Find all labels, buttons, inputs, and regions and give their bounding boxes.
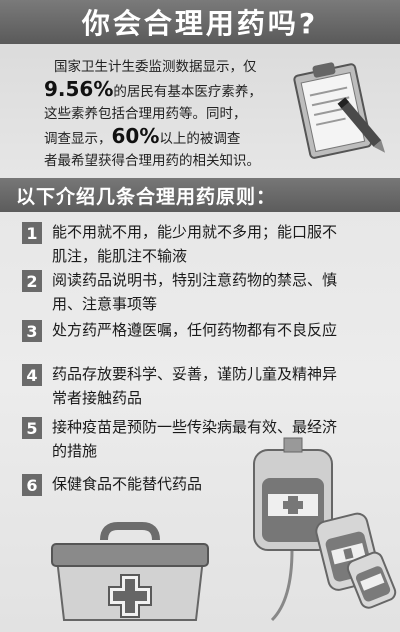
intro-line-5: 者最希望获得合理用药的相关知识。	[44, 153, 260, 169]
principle-number: 3	[22, 320, 42, 342]
title-bar: 你会合理用药吗?	[0, 0, 400, 44]
principle-number: 4	[22, 364, 42, 386]
intro-line-2: 的居民有基本医疗素养，	[113, 84, 262, 100]
principle-text-line: 肌注，能肌注不输液	[52, 247, 188, 265]
principle-number: 2	[22, 270, 42, 292]
principle-text-line: 保健食品不能替代药品	[52, 475, 203, 493]
infographic-page: 你会合理用药吗? 国家卫生计生委监测数据显示，仅 9.56%的居民有基本医疗素养…	[0, 0, 400, 632]
principle-item-1: 1 能不用就不用，能少用就不多用；能口服不 肌注，能肌注不输液	[22, 220, 337, 268]
section-header: 以下介绍几条合理用药原则：	[0, 178, 400, 212]
principle-number: 5	[22, 417, 42, 439]
principle-item-2: 2 阅读药品说明书，特别注意药物的禁忌、慎 用、注意事项等	[22, 268, 337, 316]
intro-line-1: 国家卫生计生委监测数据显示，仅	[54, 59, 257, 75]
intro-line-4b: 以上的被调查	[159, 131, 241, 147]
principle-number: 6	[22, 474, 42, 496]
principle-item-6: 6 保健食品不能替代药品	[22, 472, 202, 496]
section-title: 以下介绍几条合理用药原则：	[16, 185, 277, 208]
intro-text: 国家卫生计生委监测数据显示，仅 9.56%的居民有基本医疗素养， 这些素养包括合…	[44, 56, 306, 172]
principle-text-line: 常者接触药品	[52, 389, 143, 407]
principle-text-line: 处方药严格遵医嘱，任何药物都有不良反应	[52, 321, 338, 339]
principle-item-3: 3 处方药严格遵医嘱，任何药物都有不良反应	[22, 318, 337, 342]
stat-percent-2: 60%	[111, 124, 160, 148]
principle-text-line: 药品存放要科学、妥善，谨防儿童及精神异	[52, 365, 338, 383]
iv-bag-icon	[253, 437, 397, 622]
principle-text-line: 能不用就不用，能少用就不多用；能口服不	[52, 223, 338, 241]
medical-kit-icon	[51, 522, 209, 621]
page-title: 你会合理用药吗?	[81, 7, 319, 40]
principle-number: 1	[22, 222, 42, 244]
intro-line-4a: 调查显示，	[44, 131, 112, 147]
principle-item-4: 4 药品存放要科学、妥善，谨防儿童及精神异 常者接触药品	[22, 362, 337, 410]
clipboard-pen-icon	[293, 62, 386, 159]
principle-text-line: 阅读药品说明书，特别注意药物的禁忌、慎	[52, 271, 338, 289]
stat-percent-1: 9.56%	[44, 77, 114, 101]
intro-line-3: 这些素养包括合理用药等。同时，	[44, 106, 247, 122]
principle-text-line: 用、注意事项等	[52, 295, 158, 313]
